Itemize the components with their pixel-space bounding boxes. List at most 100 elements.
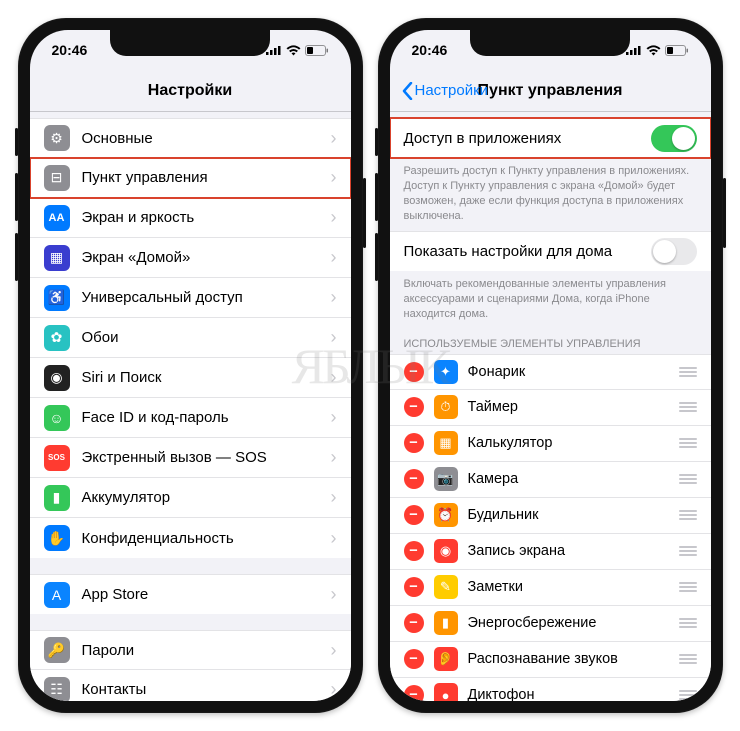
drag-handle-icon[interactable] [679, 474, 697, 484]
control-item-row[interactable]: −⏱Таймер [390, 390, 711, 426]
item-icon: ✎ [434, 575, 458, 599]
drag-handle-icon[interactable] [679, 510, 697, 520]
remove-button[interactable]: − [404, 685, 424, 701]
row-icon: ▮ [44, 485, 70, 511]
chevron-right-icon: › [331, 207, 337, 228]
control-item-row[interactable]: −📷Камера [390, 462, 711, 498]
control-item-row[interactable]: −▦ Калькулятор [390, 426, 711, 462]
drag-handle-icon[interactable] [679, 618, 697, 628]
drag-handle-icon[interactable] [679, 582, 697, 592]
control-item-row[interactable]: −▮Энергосбережение [390, 606, 711, 642]
row-icon: ⚙ [44, 125, 70, 151]
row-label: Конфиденциальность [82, 530, 234, 547]
item-icon: ● [434, 683, 458, 701]
settings-row[interactable]: ♿Универсальный доступ› [30, 278, 351, 318]
settings-row[interactable]: ▦Экран «Домой»› [30, 238, 351, 278]
control-item-row[interactable]: −⏰Будильник [390, 498, 711, 534]
settings-row[interactable]: ◉Siri и Поиск› [30, 358, 351, 398]
item-icon: ✦ [434, 360, 458, 384]
drag-handle-icon[interactable] [679, 546, 697, 556]
settings-row[interactable]: ✋Конфиденциальность› [30, 518, 351, 558]
chevron-right-icon: › [331, 128, 337, 149]
remove-button[interactable]: − [404, 362, 424, 382]
chevron-right-icon: › [331, 287, 337, 308]
phone-right: 20:46 Настройки Пункт управления Доступ … [378, 18, 723, 713]
remove-button[interactable]: − [404, 469, 424, 489]
remove-button[interactable]: − [404, 541, 424, 561]
battery-icon [665, 45, 689, 56]
settings-row[interactable]: SOSЭкстренный вызов — SOS› [30, 438, 351, 478]
settings-row[interactable]: ▮Аккумулятор› [30, 478, 351, 518]
row-icon: ✋ [44, 525, 70, 551]
row-icon: A [44, 582, 70, 608]
status-time: 20:46 [52, 42, 88, 58]
row-label: Экран и яркость [82, 209, 195, 226]
row-icon: SOS [44, 445, 70, 471]
remove-button[interactable]: − [404, 613, 424, 633]
row-icon: ▦ [44, 245, 70, 271]
item-label: Калькулятор [468, 435, 553, 451]
chevron-left-icon [402, 82, 413, 100]
control-item-row[interactable]: −◉ Запись экрана [390, 534, 711, 570]
drag-handle-icon[interactable] [679, 654, 697, 664]
toggle-row: Доступ в приложениях [390, 118, 711, 158]
item-icon: ⏱ [434, 395, 458, 419]
settings-row[interactable]: AAЭкран и яркость› [30, 198, 351, 238]
toggle-switch[interactable] [651, 125, 697, 152]
control-item-row[interactable]: −●Диктофон [390, 678, 711, 701]
settings-row[interactable]: ☺Face ID и код-пароль› [30, 398, 351, 438]
toggle-switch[interactable] [651, 238, 697, 265]
remove-button[interactable]: − [404, 649, 424, 669]
control-item-row[interactable]: −✎Заметки [390, 570, 711, 606]
section-header: Используемые элементы управления [390, 324, 711, 354]
item-label: Запись экрана [468, 543, 566, 559]
status-icons [266, 45, 329, 56]
control-center-settings[interactable]: Доступ в приложениях Разрешить доступ к П… [390, 112, 711, 701]
chevron-right-icon: › [331, 487, 337, 508]
settings-row[interactable]: ☷Контакты› [30, 670, 351, 701]
toggle-label: Доступ в приложениях [404, 130, 562, 147]
control-item-row[interactable]: −✦Фонарик [390, 354, 711, 390]
wifi-icon [286, 45, 301, 56]
drag-handle-icon[interactable] [679, 438, 697, 448]
item-icon: 👂 [434, 647, 458, 671]
page-title: Настройки [148, 82, 232, 100]
row-icon: ✿ [44, 325, 70, 351]
notch [470, 30, 630, 56]
drag-handle-icon[interactable] [679, 367, 697, 377]
settings-row[interactable]: ✿Обои› [30, 318, 351, 358]
remove-button[interactable]: − [404, 505, 424, 525]
settings-row[interactable]: ⊟Пункт управления› [30, 158, 351, 198]
item-icon: ▦ [434, 431, 458, 455]
item-icon: ⏰ [434, 503, 458, 527]
notch [110, 30, 270, 56]
toggle-row: Показать настройки для дома [390, 231, 711, 271]
row-label: Обои [82, 329, 119, 346]
item-icon: ◉ [434, 539, 458, 563]
chevron-right-icon: › [331, 679, 337, 700]
control-item-row[interactable]: −👂 Распознавание звуков [390, 642, 711, 678]
item-label: Распознавание звуков [468, 651, 618, 667]
row-icon: ◉ [44, 365, 70, 391]
remove-button[interactable]: − [404, 397, 424, 417]
settings-row[interactable]: 🔑Пароли› [30, 630, 351, 670]
row-label: Экстренный вызов — SOS [82, 449, 267, 466]
battery-icon [305, 45, 329, 56]
drag-handle-icon[interactable] [679, 690, 697, 700]
row-icon: ☺ [44, 405, 70, 431]
remove-button[interactable]: − [404, 577, 424, 597]
row-label: Основные [82, 130, 153, 147]
row-icon: ⊟ [44, 165, 70, 191]
drag-handle-icon[interactable] [679, 402, 697, 412]
settings-row[interactable]: ⚙ Основные › [30, 118, 351, 158]
remove-button[interactable]: − [404, 433, 424, 453]
back-button[interactable]: Настройки [402, 82, 489, 100]
row-icon: 🔑 [44, 637, 70, 663]
footer-note: Разрешить доступ к Пункту управления в п… [390, 158, 711, 225]
back-label: Настройки [415, 82, 489, 99]
settings-row[interactable]: AApp Store› [30, 574, 351, 614]
settings-list[interactable]: ⚙Основные›⊟Пункт управления›AAЭкран и яр… [30, 112, 351, 701]
page-title: Пункт управления [478, 82, 623, 100]
row-icon: ☷ [44, 677, 70, 702]
row-icon: ♿ [44, 285, 70, 311]
